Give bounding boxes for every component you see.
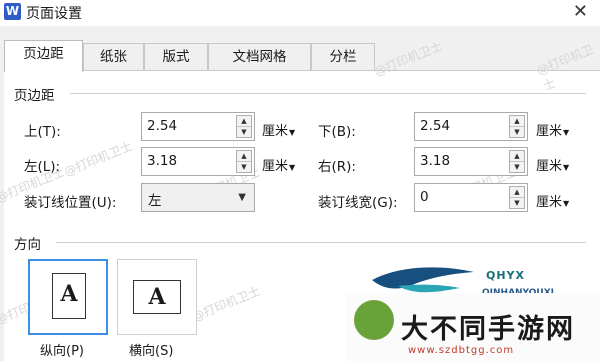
spin-down-icon[interactable]: ▼: [510, 127, 524, 138]
spin-up-icon[interactable]: ▲: [510, 187, 524, 198]
spin-down-icon[interactable]: ▼: [510, 162, 524, 173]
dropdown-arrow-icon: ▼: [238, 192, 246, 203]
portrait-label[interactable]: 纵向(P): [40, 340, 84, 359]
top-margin-label: 上(T):: [24, 124, 61, 140]
left-margin-value[interactable]: 3.18: [147, 153, 177, 169]
spin-up-icon[interactable]: ▲: [237, 151, 251, 162]
bottom-margin-unit-dropdown[interactable]: 厘米▼: [536, 120, 569, 139]
dialog-title: 页面设置: [26, 6, 82, 22]
gutter-width-value[interactable]: 0: [420, 189, 429, 205]
gutter-position-value: 左: [148, 193, 162, 209]
left-margin-spinner[interactable]: 3.18 ▲ ▼: [141, 147, 255, 176]
orientation-section-title: 方向: [14, 237, 41, 253]
tab-paper[interactable]: 纸张: [83, 43, 144, 71]
margins-divider: [70, 93, 586, 94]
right-margin-value[interactable]: 3.18: [420, 153, 450, 169]
dropdown-caret-icon: ▼: [563, 128, 570, 137]
gutter-position-label: 装订线位置(U):: [24, 195, 117, 211]
spin-up-icon[interactable]: ▲: [237, 116, 251, 127]
spin-down-icon[interactable]: ▼: [237, 162, 251, 173]
brand-leaf-icon: [354, 300, 394, 340]
dropdown-caret-icon: ▼: [563, 163, 570, 172]
gutter-width-spinner[interactable]: 0 ▲ ▼: [414, 183, 528, 212]
right-margin-spinner[interactable]: 3.18 ▲ ▼: [414, 147, 528, 176]
spin-up-icon[interactable]: ▲: [510, 151, 524, 162]
dropdown-caret-icon: ▼: [289, 128, 296, 137]
spin-down-icon[interactable]: ▼: [237, 127, 251, 138]
spin-up-icon[interactable]: ▲: [510, 116, 524, 127]
tab-margins[interactable]: 页边距: [4, 40, 83, 72]
bottom-margin-value[interactable]: 2.54: [420, 118, 450, 134]
right-margin-unit-dropdown[interactable]: 厘米▼: [536, 155, 569, 174]
orientation-divider: [56, 242, 586, 243]
left-margin-unit-dropdown[interactable]: 厘米▼: [262, 155, 295, 174]
spin-down-icon[interactable]: ▼: [510, 198, 524, 209]
tab-document-grid[interactable]: 文档网格: [208, 43, 311, 71]
close-button[interactable]: ✕: [573, 1, 588, 22]
top-margin-spinner[interactable]: 2.54 ▲ ▼: [141, 112, 255, 141]
portrait-option[interactable]: A: [28, 259, 108, 335]
top-margin-value[interactable]: 2.54: [147, 118, 177, 134]
right-margin-label: 右(R):: [318, 159, 356, 175]
wps-app-icon: W: [4, 3, 21, 20]
title-bar: W 页面设置 ✕: [0, 0, 600, 26]
gutter-width-unit-dropdown[interactable]: 厘米▼: [536, 191, 569, 210]
logo-text: QHYX: [486, 269, 526, 282]
gutter-width-label: 装订线宽(G):: [318, 195, 398, 211]
tab-layout[interactable]: 版式: [144, 43, 208, 71]
brand-name: 大不同手游网: [401, 314, 575, 345]
top-margin-unit-dropdown[interactable]: 厘米▼: [262, 120, 295, 139]
landscape-option[interactable]: A: [117, 259, 197, 335]
margins-section-title: 页边距: [14, 88, 55, 104]
landscape-label[interactable]: 横向(S): [129, 340, 173, 359]
gutter-position-select[interactable]: 左 ▼: [141, 183, 255, 212]
tab-columns[interactable]: 分栏: [311, 43, 375, 71]
dropdown-caret-icon: ▼: [289, 163, 296, 172]
left-margin-label: 左(L):: [24, 159, 61, 175]
bottom-margin-label: 下(B):: [318, 124, 356, 140]
brand-url: www.szdbtgg.com: [408, 345, 515, 356]
dropdown-caret-icon: ▼: [563, 199, 570, 208]
bottom-margin-spinner[interactable]: 2.54 ▲ ▼: [414, 112, 528, 141]
